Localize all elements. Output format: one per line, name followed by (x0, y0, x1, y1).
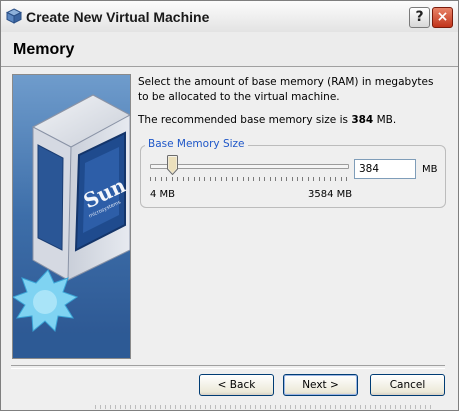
help-button[interactable]: ? (409, 7, 430, 28)
memory-unit-label: MB (422, 164, 438, 175)
memory-slider-track[interactable] (150, 164, 349, 169)
memory-min-label: 4 MB (150, 189, 176, 200)
recommended-value: 384 (351, 114, 374, 126)
memory-slider-ticks (150, 177, 347, 181)
memory-size-input[interactable] (354, 159, 416, 179)
cancel-button[interactable]: Cancel (370, 374, 445, 396)
recommended-prefix: The recommended base memory size is (138, 114, 352, 126)
recommended-suffix: MB. (373, 114, 397, 126)
title-bar[interactable]: Create New Virtual Machine ? × (1, 1, 458, 33)
memory-slider-thumb[interactable] (167, 155, 179, 175)
wizard-side-image: Sun microsystems (12, 74, 131, 359)
close-button[interactable]: × (432, 7, 453, 28)
footer-divider (11, 365, 445, 369)
base-memory-group-title: Base Memory Size (145, 138, 248, 150)
resize-grip (95, 405, 435, 409)
window-title: Create New Virtual Machine (26, 9, 210, 25)
page-header: Memory (1, 32, 458, 66)
back-button[interactable]: < Back (199, 374, 274, 396)
recommended-memory-text: The recommended base memory size is 384 … (138, 114, 396, 126)
virtualbox-cube-illustration: Sun microsystems (13, 75, 130, 358)
page-title: Memory (13, 41, 75, 58)
next-button[interactable]: Next > (283, 374, 358, 396)
memory-max-label: 3584 MB (308, 189, 353, 200)
virtualbox-icon (6, 8, 22, 24)
memory-description: Select the amount of base memory (RAM) i… (138, 76, 434, 103)
